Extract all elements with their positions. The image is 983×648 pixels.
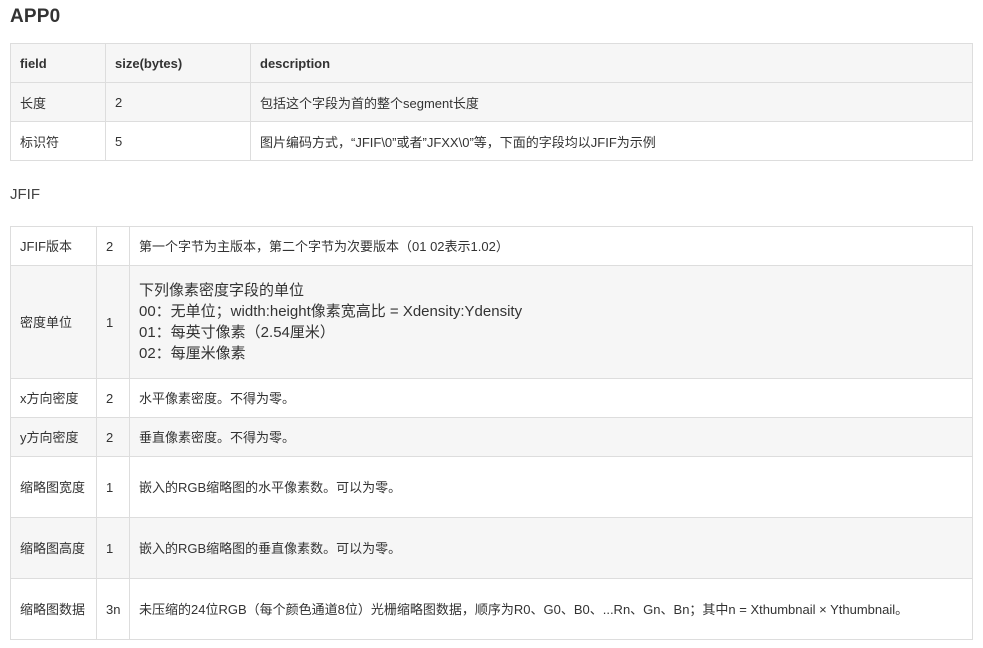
cell-field: 缩略图数据 <box>10 578 97 640</box>
app0-heading: APP0 <box>10 6 61 27</box>
table-row: 缩略图高度 1 嵌入的RGB缩略图的垂直像素数。可以为零。 <box>10 517 973 579</box>
cell-field: x方向密度 <box>10 378 97 418</box>
cell-description: 水平像素密度。不得为零。 <box>129 378 973 418</box>
cell-description: 未压缩的24位RGB（每个颜色通道8位）光栅缩略图数据，顺序为R0、G0、B0、… <box>129 578 973 640</box>
cell-field: y方向密度 <box>10 417 97 457</box>
cell-field: 密度单位 <box>10 265 97 379</box>
description-line: 00：无单位；width:height像素宽高比 = Xdensity:Yden… <box>139 303 523 320</box>
table-row: 长度 2 包括这个字段为首的整个segment长度 <box>10 82 973 122</box>
description-line: 01：每英寸像素（2.54厘米） <box>139 324 335 341</box>
cell-size: 1 <box>96 517 130 579</box>
table-header-row: field size(bytes) description <box>10 43 973 83</box>
table-row: JFIF版本 2 第一个字节为主版本，第二个字节为次要版本（01 02表示1.0… <box>10 226 973 266</box>
cell-field: 缩略图宽度 <box>10 456 97 518</box>
cell-description: 下列像素密度字段的单位 00：无单位；width:height像素宽高比 = X… <box>129 265 973 379</box>
cell-size: 1 <box>96 265 130 379</box>
cell-description: 第一个字节为主版本，第二个字节为次要版本（01 02表示1.02） <box>129 226 973 266</box>
cell-field: 缩略图高度 <box>10 517 97 579</box>
cell-size: 1 <box>96 456 130 518</box>
header-field: field <box>10 43 106 83</box>
cell-size: 2 <box>96 378 130 418</box>
cell-description: 嵌入的RGB缩略图的垂直像素数。可以为零。 <box>129 517 973 579</box>
table-row: 缩略图宽度 1 嵌入的RGB缩略图的水平像素数。可以为零。 <box>10 456 973 518</box>
cell-description: 嵌入的RGB缩略图的水平像素数。可以为零。 <box>129 456 973 518</box>
table-row: x方向密度 2 水平像素密度。不得为零。 <box>10 378 973 418</box>
table-row: 密度单位 1 下列像素密度字段的单位 00：无单位；width:height像素… <box>10 265 973 379</box>
cell-field: 长度 <box>10 82 106 122</box>
header-size: size(bytes) <box>105 43 251 83</box>
cell-description: 包括这个字段为首的整个segment长度 <box>250 82 973 122</box>
table-row: 缩略图数据 3n 未压缩的24位RGB（每个颜色通道8位）光栅缩略图数据，顺序为… <box>10 578 973 640</box>
table-row: y方向密度 2 垂直像素密度。不得为零。 <box>10 417 973 457</box>
header-description: description <box>250 43 973 83</box>
cell-description: 垂直像素密度。不得为零。 <box>129 417 973 457</box>
cell-description: 图片编码方式，“JFIF\0”或者”JFXX\0”等，下面的字段均以JFIF为示… <box>250 121 973 161</box>
jfif-table: JFIF版本 2 第一个字节为主版本，第二个字节为次要版本（01 02表示1.0… <box>10 226 973 640</box>
cell-size: 3n <box>96 578 130 640</box>
cell-size: 5 <box>105 121 251 161</box>
app0-table: field size(bytes) description 长度 2 包括这个字… <box>10 43 973 161</box>
jfif-heading: JFIF <box>10 186 40 203</box>
cell-field: 标识符 <box>10 121 106 161</box>
table-row: 标识符 5 图片编码方式，“JFIF\0”或者”JFXX\0”等，下面的字段均以… <box>10 121 973 161</box>
cell-field: JFIF版本 <box>10 226 97 266</box>
cell-size: 2 <box>105 82 251 122</box>
cell-size: 2 <box>96 417 130 457</box>
description-line: 下列像素密度字段的单位 <box>139 282 305 299</box>
cell-size: 2 <box>96 226 130 266</box>
description-line: 02：每厘米像素 <box>139 345 246 362</box>
